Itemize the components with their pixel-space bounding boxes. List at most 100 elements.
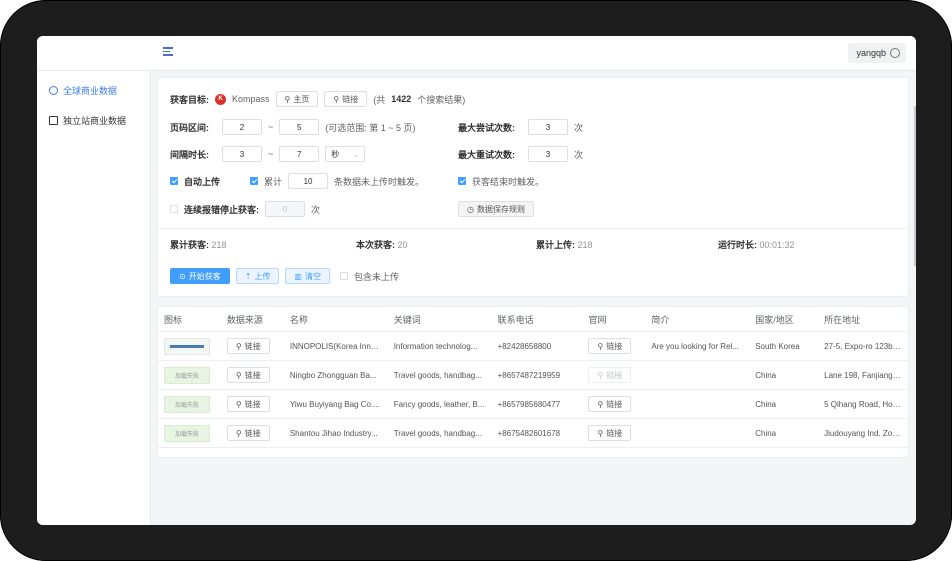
stat-total-acquired: 累计获客: 218 (170, 238, 227, 251)
upload-icon: ⇡ (244, 271, 252, 281)
table-header: 图标 数据来源 名称 关键词 联系电话 官网 简介 国家/地区 所在地址 (158, 307, 908, 332)
link-icon: ⚲ (333, 94, 340, 104)
clear-button[interactable]: ▥ 清空 (285, 268, 330, 284)
interval-unit-value: 秒 (331, 149, 340, 159)
link-button[interactable]: ⚲ 链接 (324, 91, 368, 107)
sidebar-item-independent-site[interactable]: 独立站商业数据 (37, 105, 150, 135)
col-keyword: 关键词 (393, 314, 421, 325)
start-button[interactable]: ⊙ 开始获客 (170, 268, 230, 284)
trash-icon: ▥ (294, 271, 302, 281)
logo-load-failed: 加载失败 (164, 366, 210, 384)
row-name: INNOPOLIS(Korea Inno... (289, 341, 382, 351)
stat-label: 运行时长: (718, 240, 757, 250)
upload-button[interactable]: ⇡ 上传 (235, 268, 280, 284)
row-name: Ningbo Zhongguan Ba... (289, 370, 377, 380)
company-logo-image (164, 337, 210, 355)
row-address: Jiudouyang Ind. Zone, ... (824, 428, 908, 438)
max-try-input[interactable]: 3 (528, 119, 568, 135)
main-content: 获客目标: K Kompass ⚲ 主页 ⚲ 链接 (共 1422 个搜索结果) 页… (157, 77, 909, 458)
accum-input[interactable]: 10 (288, 173, 329, 189)
scrollbar[interactable] (914, 106, 916, 266)
link-icon: ⚲ (284, 94, 291, 104)
menu-toggle-icon[interactable] (163, 47, 173, 57)
accum-checkbox[interactable] (250, 177, 259, 185)
stat-label: 累计上传: (536, 240, 575, 250)
logo-load-failed: 加载失败 (164, 424, 210, 442)
auto-upload-checkbox[interactable] (170, 177, 178, 185)
row-country: China (755, 399, 777, 409)
source-name: Kompass (232, 94, 270, 104)
page-hint: (可选范围: 第 1 ~ 5 页) (325, 122, 416, 133)
globe-icon (49, 85, 58, 95)
top-bar: yangqb (37, 36, 916, 71)
row-phone: +8657985680477 (497, 399, 561, 409)
col-address: 所在地址 (824, 314, 861, 325)
acquisition-form: 获客目标: K Kompass ⚲ 主页 ⚲ 链接 (共 1422 个搜索结果) 页… (157, 77, 909, 297)
col-icon: 图标 (164, 314, 183, 325)
monitor-icon (49, 115, 58, 125)
website-link-label: 链接 (606, 428, 623, 438)
stop-on-error-checkbox[interactable] (170, 205, 178, 213)
app-window: yangqb 全球商业数据 独立站商业数据 获客目标: K Kompass ⚲ 主… (37, 36, 916, 525)
stop-on-error-input[interactable]: 0 (265, 201, 305, 217)
row-country: South Korea (755, 341, 800, 351)
source-link-button[interactable]: ⚲ 链接 (226, 425, 270, 441)
table-row: ⚲ 链接 INNOPOLIS(Korea Inno... Information te… (158, 332, 908, 361)
source-link-button[interactable]: ⚲ 链接 (226, 338, 270, 354)
stat-value: 218 (211, 240, 227, 250)
source-link-button[interactable]: ⚲ 链接 (226, 367, 270, 383)
home-button[interactable]: ⚲ 主页 (275, 91, 319, 107)
row-source-cell: ⚲ 链接 (221, 425, 284, 441)
stop-on-error-label: 连续报错停止获客: (184, 204, 259, 215)
save-rule-button[interactable]: ◷ 数据保存规则 (458, 201, 534, 217)
row-address: 5 Qihang Road, Houzh... (824, 399, 908, 409)
row-website-cell: ⚲ 链接 (582, 338, 645, 354)
clear-label: 清空 (304, 271, 321, 281)
clock-icon: ◷ (467, 204, 474, 214)
website-link-button[interactable]: ⚲ 链接 (588, 367, 632, 383)
sidebar-item-label: 全球商业数据 (63, 85, 118, 96)
include-unuploaded-checkbox[interactable] (339, 272, 348, 280)
website-link-button[interactable]: ⚲ 链接 (588, 425, 632, 441)
source-link-label: 链接 (244, 341, 261, 351)
link-icon: ⚲ (235, 399, 242, 409)
row-phone: +8675482601678 (497, 428, 561, 438)
sidebar-item-global-business[interactable]: 全球商业数据 (37, 75, 150, 105)
interval-unit-select[interactable]: 秒 ⌄ (325, 146, 366, 162)
interval-from-input[interactable]: 3 (222, 146, 262, 162)
finish-checkbox[interactable] (458, 177, 466, 185)
interval-to-input[interactable]: 7 (279, 146, 320, 162)
row-name: Shantou Jihao Industry... (289, 428, 378, 438)
stat-this-run: 本次获客: 20 (356, 238, 408, 251)
auto-upload-label: 自动上传 (184, 176, 221, 187)
website-link-button[interactable]: ⚲ 链接 (588, 396, 632, 412)
row-website-cell: ⚲ 链接 (582, 425, 645, 441)
range-separator: ~ (268, 149, 274, 159)
results-table: 图标 数据来源 名称 关键词 联系电话 官网 简介 国家/地区 所在地址 ⚲ 链接… (157, 306, 909, 458)
page-range-label: 页码区间: (170, 122, 209, 133)
row-website-cell: ⚲ 链接 (582, 396, 645, 412)
link-icon: ⚲ (597, 370, 604, 380)
interval-label: 间隔时长: (170, 149, 209, 160)
stat-label: 本次获客: (356, 240, 395, 250)
row-phone: +82428658800 (497, 341, 552, 351)
stat-total-uploaded: 累计上传: 218 (536, 238, 593, 251)
row-source-cell: ⚲ 链接 (221, 338, 284, 354)
finish-hint: 获客结束时触发。 (472, 176, 545, 187)
headset-icon (890, 48, 900, 58)
row-logo-cell: 加载失败 (158, 395, 221, 413)
row-source-cell: ⚲ 链接 (221, 396, 284, 412)
col-phone: 联系电话 (497, 314, 534, 325)
page-from-input[interactable]: 2 (222, 119, 262, 135)
link-icon: ⚲ (235, 428, 242, 438)
source-link-button[interactable]: ⚲ 链接 (226, 396, 270, 412)
user-menu[interactable]: yangqb (848, 43, 906, 63)
page-to-input[interactable]: 5 (279, 119, 320, 135)
max-retry-input[interactable]: 3 (528, 146, 568, 162)
website-link-label: 链接 (606, 341, 623, 351)
result-count: 1422 (391, 94, 412, 104)
website-link-button[interactable]: ⚲ 链接 (588, 338, 632, 354)
row-keyword: Information technolog... (393, 341, 478, 351)
home-button-label: 主页 (293, 94, 310, 104)
table-row: 加载失败 ⚲ 链接 Ningbo Zhongguan Ba... Travel good… (158, 361, 908, 390)
